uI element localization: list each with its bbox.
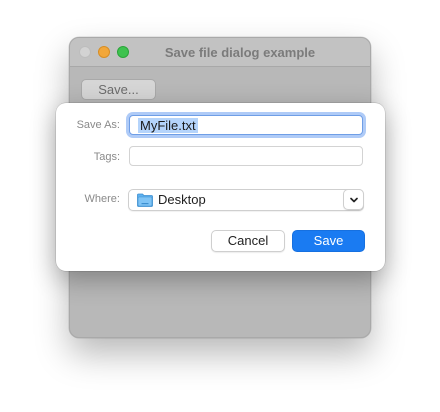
save-sheet: Save As: MyFile.txt Tags: Where: Desktop — [56, 103, 385, 271]
where-label: Where: — [84, 193, 120, 205]
desktop-stage: Save file dialog example Save... Save As… — [0, 0, 440, 412]
where-popup-button[interactable]: Desktop — [128, 189, 364, 211]
save-as-label: Save As: — [76, 119, 120, 131]
window-title: Save file dialog example — [164, 45, 316, 60]
save-as-field[interactable]: MyFile.txt — [129, 115, 363, 135]
expand-dialog-button[interactable] — [343, 189, 364, 210]
tags-field[interactable] — [129, 146, 363, 166]
open-save-dialog-button[interactable]: Save... — [81, 79, 156, 100]
cancel-button[interactable]: Cancel — [211, 230, 285, 252]
title-bar: Save file dialog example — [70, 38, 370, 67]
tags-label: Tags: — [93, 151, 120, 163]
save-button[interactable]: Save — [292, 230, 365, 252]
save-as-value[interactable]: MyFile.txt — [138, 118, 198, 133]
chevron-down-icon — [350, 197, 358, 203]
folder-icon — [137, 193, 153, 207]
where-value: Desktop — [158, 192, 206, 207]
